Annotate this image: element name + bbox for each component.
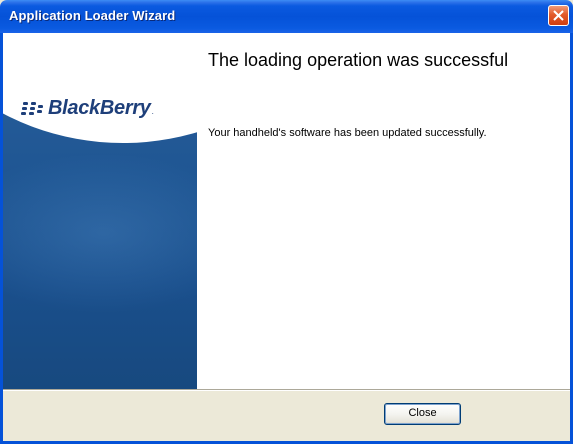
blackberry-logo-mark-dot: . bbox=[151, 107, 154, 116]
window-title: Application Loader Wizard bbox=[9, 8, 176, 23]
close-button[interactable]: Close bbox=[384, 403, 461, 425]
title-bar[interactable]: Application Loader Wizard bbox=[0, 0, 573, 33]
status-message: Your handheld's software has been update… bbox=[208, 127, 487, 139]
close-icon bbox=[553, 10, 564, 21]
wizard-content: BlackBerry . The loading operation was s… bbox=[3, 33, 570, 389]
window-close-button[interactable] bbox=[548, 5, 569, 26]
blackberry-logo-text: BlackBerry bbox=[48, 97, 151, 119]
blackberry-logo-icon bbox=[21, 101, 43, 115]
banner-white-arc bbox=[3, 33, 197, 143]
dialog-client-area: BlackBerry . The loading operation was s… bbox=[3, 33, 570, 441]
dialog-footer: Close bbox=[3, 391, 570, 441]
wizard-side-banner: BlackBerry . bbox=[3, 33, 197, 389]
application-loader-window: Application Loader Wizard BlackBerry . T… bbox=[0, 0, 573, 444]
blackberry-logo: BlackBerry . bbox=[20, 97, 154, 120]
page-heading: The loading operation was successful bbox=[208, 50, 509, 70]
